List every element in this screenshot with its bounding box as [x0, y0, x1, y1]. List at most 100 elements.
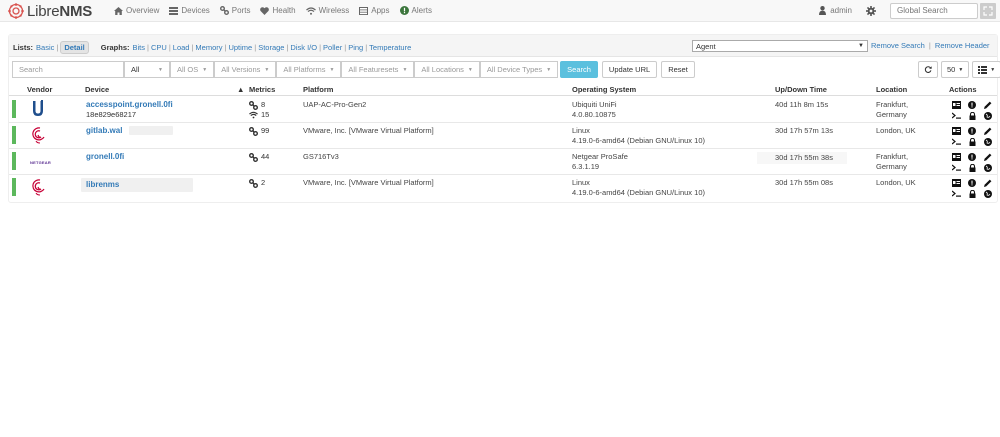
link-icon: [219, 6, 229, 15]
nav-alerts[interactable]: Alerts: [399, 6, 432, 15]
web-button[interactable]: [980, 163, 996, 172]
graph-cpu-link[interactable]: CPU: [151, 43, 167, 52]
graph-temperature-link[interactable]: Temperature: [369, 43, 411, 52]
ports-count: 2: [261, 178, 266, 187]
col-platform[interactable]: Platform: [303, 85, 333, 94]
col-uptime[interactable]: Up/Down Time: [775, 85, 827, 94]
graph-diskio-link[interactable]: Disk I/O: [290, 43, 317, 52]
web-button[interactable]: [980, 111, 996, 120]
settings-menu[interactable]: [866, 5, 876, 16]
table-row[interactable]: accesspoint.gronell.0fi 18e829e68217 8 1…: [9, 97, 997, 123]
page-size-select[interactable]: 50 ▼: [941, 61, 970, 78]
ports-metric[interactable]: 8: [249, 100, 269, 110]
graph-uptime-link[interactable]: Uptime: [228, 43, 252, 52]
device-link[interactable]: gitlab.wal: [86, 126, 122, 136]
ssh-button[interactable]: [964, 111, 980, 120]
col-vendor[interactable]: Vendor: [27, 85, 52, 94]
table-row[interactable]: librenms 2 VMware, Inc. [VMware Virtual …: [9, 175, 997, 201]
all-select[interactable]: All ▼: [124, 61, 170, 78]
wireless-metric[interactable]: 15: [249, 110, 269, 120]
ports-count: 8: [261, 100, 266, 109]
search-button[interactable]: Search: [560, 61, 598, 78]
col-location[interactable]: Location: [876, 85, 907, 94]
ssh-button[interactable]: [964, 137, 980, 146]
graph-memory-link[interactable]: Memory: [195, 43, 222, 52]
graph-storage-link[interactable]: Storage: [258, 43, 284, 52]
graph-bits-link[interactable]: Bits: [133, 43, 146, 52]
web-button[interactable]: [980, 189, 996, 198]
brand-logo[interactable]: LibreNMS: [8, 2, 92, 20]
alerts-button[interactable]: [964, 152, 980, 161]
ssh-button[interactable]: [964, 163, 980, 172]
search-placeholder: Search: [19, 65, 43, 74]
edit-button[interactable]: [980, 179, 996, 187]
nav-health-label: Health: [272, 6, 296, 15]
fullscreen-button[interactable]: [980, 2, 996, 19]
list-detail-link[interactable]: Detail: [60, 41, 89, 54]
device-link[interactable]: librenms: [86, 180, 119, 190]
view-device-button[interactable]: [948, 152, 964, 161]
refresh-button[interactable]: [918, 61, 938, 78]
id-card-icon: [951, 178, 961, 187]
col-metrics[interactable]: Metrics: [249, 85, 275, 94]
remove-header-link[interactable]: Remove Header: [935, 41, 990, 50]
location-filter[interactable]: All Locations ▼: [414, 61, 480, 78]
status-indicator: [12, 126, 16, 144]
view-device-button[interactable]: [948, 178, 964, 187]
ssh-button[interactable]: [964, 189, 980, 198]
top-navbar: LibreNMS Overview Devices Ports Health W…: [0, 0, 1000, 22]
alerts-button[interactable]: [964, 178, 980, 187]
exclamation-circle-icon: [399, 6, 409, 15]
col-os[interactable]: Operating System: [572, 85, 636, 94]
terminal-icon: [951, 190, 961, 197]
ports-metric[interactable]: 44: [249, 152, 269, 162]
nav-apps[interactable]: Apps: [359, 6, 390, 15]
featureset-filter[interactable]: All Featuresets ▼: [341, 61, 415, 78]
heartbeat-icon: [260, 6, 270, 15]
table-row[interactable]: gitlab.wal 99 VMware, Inc. [VMware Virtu…: [9, 123, 997, 149]
id-card-icon: [951, 100, 961, 109]
list-basic-link[interactable]: Basic: [36, 43, 54, 52]
reset-button[interactable]: Reset: [661, 61, 695, 78]
platform-filter[interactable]: All Platforms ▼: [276, 61, 342, 78]
link-icon: [249, 152, 258, 162]
ports-metric[interactable]: 99: [249, 126, 269, 136]
edit-button[interactable]: [980, 153, 996, 161]
edit-button[interactable]: [980, 101, 996, 109]
nav-overview[interactable]: Overview: [114, 6, 159, 15]
view-device-button[interactable]: [948, 100, 964, 109]
col-device[interactable]: Device: [85, 85, 109, 94]
nav-health[interactable]: Health: [260, 6, 296, 15]
table-row[interactable]: NETGEAR gronell.0fi 44 GS716Tv3 Netgear …: [9, 149, 997, 175]
device-type-filter[interactable]: All Device Types ▼: [479, 61, 559, 78]
terminal-button[interactable]: [948, 190, 964, 197]
global-search-input[interactable]: [890, 2, 978, 19]
os-filter[interactable]: All OS ▼: [170, 61, 215, 78]
device-search-input[interactable]: Search: [12, 61, 124, 78]
terminal-button[interactable]: [948, 164, 964, 171]
agent-select[interactable]: Agent ▼: [692, 40, 868, 52]
device-link[interactable]: accesspoint.gronell.0fi: [86, 100, 173, 110]
ports-metric[interactable]: 2: [249, 178, 265, 188]
graph-poller-link[interactable]: Poller: [323, 43, 342, 52]
update-url-button[interactable]: Update URL: [601, 61, 658, 78]
graph-ping-link[interactable]: Ping: [348, 43, 363, 52]
view-device-button[interactable]: [948, 126, 964, 135]
alerts-button[interactable]: [964, 126, 980, 135]
user-menu[interactable]: admin: [819, 6, 852, 15]
terminal-button[interactable]: [948, 138, 964, 145]
web-button[interactable]: [980, 137, 996, 146]
remove-search-link[interactable]: Remove Search: [871, 41, 925, 50]
panel-heading: Lists: Basic | Detail Graphs: Bits | CPU |…: [9, 35, 997, 57]
alerts-button[interactable]: [964, 100, 980, 109]
edit-button[interactable]: [980, 127, 996, 135]
graph-load-link[interactable]: Load: [173, 43, 190, 52]
device-link[interactable]: gronell.0fi: [86, 152, 124, 162]
version-filter[interactable]: All Versions ▼: [214, 61, 277, 78]
nav-wireless[interactable]: Wireless: [305, 6, 349, 15]
nav-ports[interactable]: Ports: [219, 6, 250, 15]
columns-select[interactable]: ▼: [972, 61, 1000, 78]
nav-devices[interactable]: Devices: [169, 6, 210, 15]
terminal-button[interactable]: [948, 112, 964, 119]
exclamation-circle-icon: [968, 152, 976, 161]
